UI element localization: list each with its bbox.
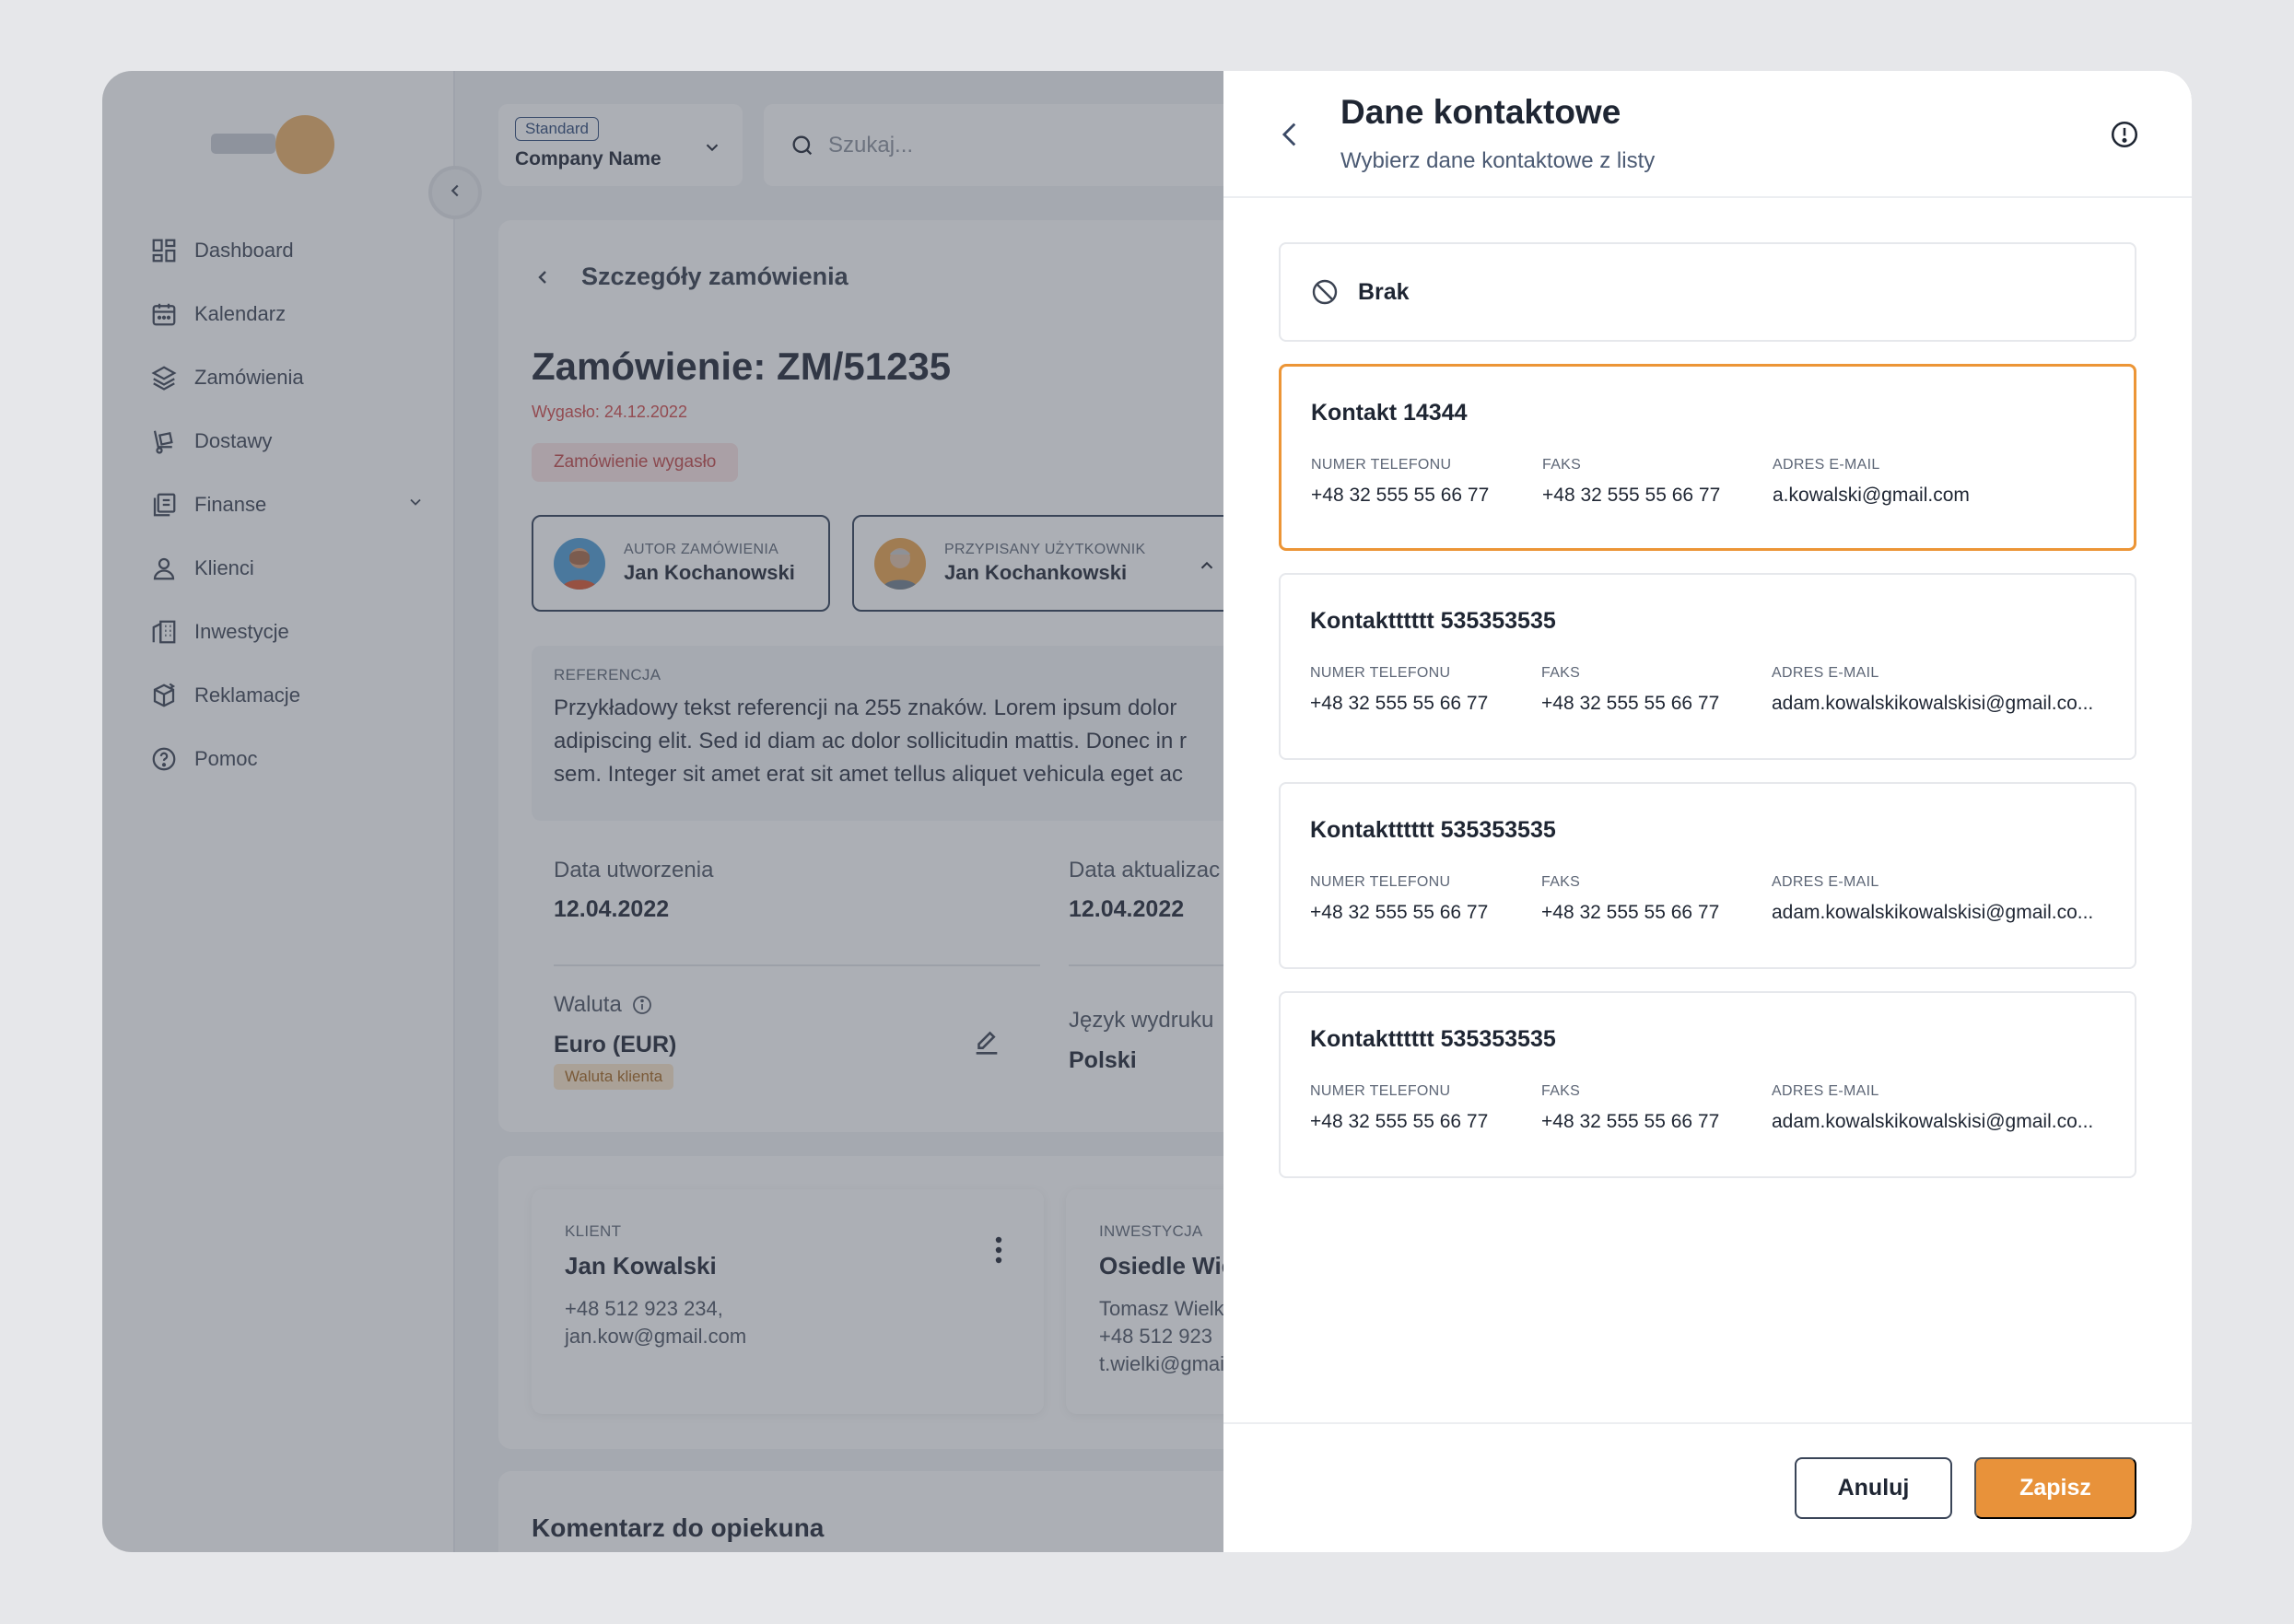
fax-label: FAKS — [1541, 874, 1581, 890]
phone-value: +48 32 555 55 66 77 — [1310, 1111, 1489, 1132]
ban-icon — [1310, 277, 1340, 307]
email-value: adam.kowalskikowalskisi@gmail.co... — [1772, 902, 2094, 923]
phone-value: +48 32 555 55 66 77 — [1311, 485, 1490, 506]
email-label: ADRES E-MAIL — [1772, 1083, 1879, 1099]
email-value: adam.kowalskikowalskisi@gmail.co... — [1772, 693, 2094, 714]
phone-label: NUMER TELEFONU — [1310, 1083, 1451, 1099]
email-label: ADRES E-MAIL — [1772, 665, 1879, 681]
email-value: adam.kowalskikowalskisi@gmail.co... — [1772, 1111, 2094, 1132]
contact-option[interactable]: Kontaktttttt 535353535 NUMER TELEFONU +48… — [1279, 573, 2136, 760]
phone-value: +48 32 555 55 66 77 — [1310, 902, 1489, 923]
save-button[interactable]: Zapisz — [1974, 1457, 2136, 1519]
phone-label: NUMER TELEFONU — [1310, 874, 1451, 890]
fax-value: +48 32 555 55 66 77 — [1541, 902, 1720, 923]
drawer-title: Dane kontaktowe — [1340, 93, 1621, 131]
contact-name: Kontakt 14344 — [1311, 400, 1468, 426]
app-window: Dashboard Kalendarz Zamówienia Dostawy F… — [102, 71, 2192, 1552]
email-label: ADRES E-MAIL — [1773, 457, 1880, 473]
contact-option[interactable]: Kontaktttttt 535353535 NUMER TELEFONU +48… — [1279, 991, 2136, 1178]
fax-value: +48 32 555 55 66 77 — [1542, 485, 1721, 506]
contact-name: Kontaktttttt 535353535 — [1310, 1026, 1556, 1052]
fax-label: FAKS — [1542, 457, 1582, 473]
contact-name: Kontaktttttt 535353535 — [1310, 817, 1556, 843]
fax-label: FAKS — [1541, 1083, 1581, 1099]
cancel-button[interactable]: Anuluj — [1795, 1457, 1952, 1519]
contact-option[interactable]: Kontakt 14344 NUMER TELEFONU +48 32 555 5… — [1279, 364, 2136, 551]
phone-label: NUMER TELEFONU — [1310, 665, 1451, 681]
fax-label: FAKS — [1541, 665, 1581, 681]
fax-value: +48 32 555 55 66 77 — [1541, 1111, 1720, 1132]
drawer-subtitle: Wybierz dane kontaktowe z listy — [1340, 148, 1656, 173]
phone-label: NUMER TELEFONU — [1311, 457, 1452, 473]
contact-option-none[interactable]: Brak — [1279, 242, 2136, 342]
contact-drawer: Dane kontaktowe Wybierz dane kontaktowe … — [1223, 71, 2192, 1552]
alert-info-icon[interactable] — [2109, 119, 2140, 155]
none-option-label: Brak — [1358, 278, 1410, 305]
phone-value: +48 32 555 55 66 77 — [1310, 693, 1489, 714]
fax-value: +48 32 555 55 66 77 — [1541, 693, 1720, 714]
contact-option[interactable]: Kontaktttttt 535353535 NUMER TELEFONU +48… — [1279, 782, 2136, 969]
contact-name: Kontaktttttt 535353535 — [1310, 608, 1556, 634]
email-value: a.kowalski@gmail.com — [1773, 485, 1970, 506]
chevron-left-icon[interactable] — [1275, 117, 1306, 157]
drawer-footer: Anuluj Zapisz — [1223, 1422, 2192, 1552]
drawer-header: Dane kontaktowe Wybierz dane kontaktowe … — [1223, 71, 2192, 198]
email-label: ADRES E-MAIL — [1772, 874, 1879, 890]
